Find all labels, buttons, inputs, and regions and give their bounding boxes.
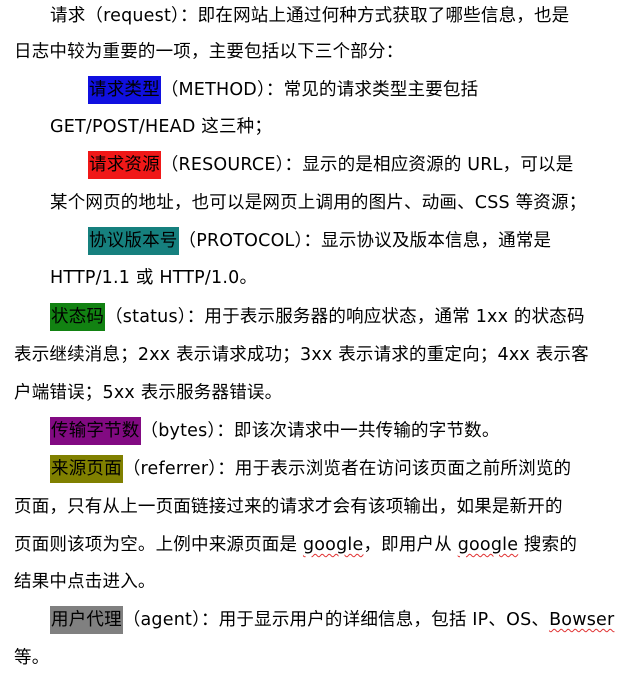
resource-line-1: 请求资源（RESOURCE）：显示的是相应资源的 URL，可以是 [88, 151, 573, 179]
request-line-1: 请求（request）：即在网站上通过何种方式获取了哪些信息，也是 [50, 6, 570, 26]
referrer-term: 来源页面 [50, 455, 123, 483]
resource-term: 请求资源 [88, 151, 161, 179]
resource-line-2: 某个网页的地址，也可以是网页上调用的图片、动画、CSS 等资源； [50, 193, 587, 213]
referrer-line-3-text-a: 页面则该项为空。上例中来源页面是 [14, 535, 303, 555]
status-description: （status）：用于表示服务器的响应状态，通常 1xx 的状态码 [105, 307, 585, 327]
bytes-description: （bytes）：即该次请求中一共传输的字节数。 [140, 421, 500, 441]
agent-line-1: 用户代理（agent）：用于显示用户的详细信息，包括 IP、OS、Bowser [50, 606, 614, 634]
agent-line-2: 等。 [14, 648, 50, 668]
method-description: （METHOD）：常见的请求类型主要包括 [160, 80, 479, 100]
referrer-line-3: 页面则该项为空。上例中来源页面是 google，即用户从 google 搜索的 [14, 531, 577, 559]
referrer-line-2: 页面，只有从上一页面链接过来的请求才会有该项输出，如果是新开的 [14, 497, 563, 517]
referrer-line-4: 结果中点击进入。 [14, 572, 156, 592]
protocol-description: （PROTOCOL）：显示协议及版本信息，通常是 [178, 231, 552, 251]
agent-description: （agent）：用于显示用户的详细信息，包括 IP、OS、 [122, 610, 550, 630]
spellcheck-word-google-2: google [457, 535, 519, 555]
protocol-term: 协议版本号 [88, 227, 179, 255]
document-page: { "colors": { "method": "#1010e0", "reso… [0, 0, 632, 680]
referrer-line-1: 来源页面（referrer）：用于表示浏览者在访问该页面之前所浏览的 [50, 455, 571, 483]
resource-description: （RESOURCE）：显示的是相应资源的 URL，可以是 [160, 155, 574, 175]
agent-term: 用户代理 [50, 606, 123, 634]
protocol-line-2: HTTP/1.1 或 HTTP/1.0。 [50, 268, 258, 288]
status-line-2: 表示继续消息；2xx 表示请求成功；3xx 表示请求的重定向；4xx 表示客 [14, 345, 589, 365]
referrer-line-3-text-c: ，即用户从 [363, 535, 458, 555]
referrer-line-3-text-e: 搜索的 [518, 535, 578, 555]
status-line-1: 状态码（status）：用于表示服务器的响应状态，通常 1xx 的状态码 [50, 303, 585, 331]
protocol-line-1: 协议版本号（PROTOCOL）：显示协议及版本信息，通常是 [88, 227, 551, 255]
method-term: 请求类型 [88, 76, 161, 104]
bytes-line-1: 传输字节数（bytes）：即该次请求中一共传输的字节数。 [50, 417, 500, 445]
request-line-2: 日志中较为重要的一项，主要包括以下三个部分： [14, 42, 404, 62]
spellcheck-word-google-1: google [302, 535, 364, 555]
bytes-term: 传输字节数 [50, 417, 141, 445]
status-line-3: 户端错误；5xx 表示服务器错误。 [14, 383, 283, 403]
status-term: 状态码 [50, 303, 106, 331]
referrer-description: （referrer）：用于表示浏览者在访问该页面之前所浏览的 [122, 459, 572, 479]
spellcheck-word-bowser: Bowser [549, 610, 615, 630]
method-line-1: 请求类型（METHOD）：常见的请求类型主要包括 [88, 76, 478, 104]
method-line-2: GET/POST/HEAD 这三种； [50, 117, 273, 137]
